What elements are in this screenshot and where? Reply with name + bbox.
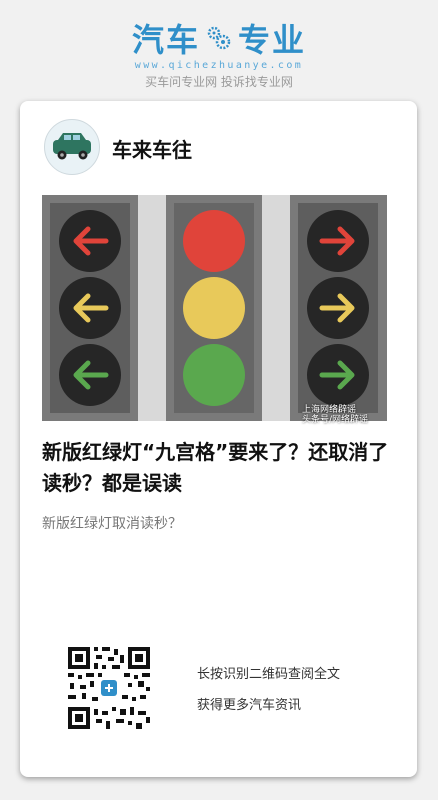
brand-name-right: 专业 <box>238 21 307 59</box>
article-image[interactable] <box>42 195 387 421</box>
article-summary: 新版红绿灯取消读秒？ <box>42 516 182 532</box>
brand-name-left: 汽车 <box>131 21 200 59</box>
qr-code[interactable] <box>68 647 150 729</box>
round-lights <box>183 210 245 406</box>
gear-icon <box>207 26 231 50</box>
watermark-line1: 上海网络辟谣 <box>302 405 357 415</box>
brand-slogan: 买车问专业网 投诉找专业网 <box>145 75 293 89</box>
brand-logo: 汽车 专业 <box>0 18 438 59</box>
share-card: 车来车往 上海网络辟谣 头条号/网络辟谣 新版红绿灯“九宫格”要来了？还取消了读… <box>20 101 417 777</box>
image-watermark: 上海网络辟谣 头条号/网络辟谣 <box>302 405 368 425</box>
traffic-lights-image <box>42 195 387 421</box>
right-arrow-lights <box>307 210 369 406</box>
brand-header: 汽车 专业 www.qichezhuanye.com 买车问专业网 投诉找专业网 <box>0 18 438 90</box>
qr-hint-line1: 长按识别二维码查阅全文 <box>197 667 341 682</box>
brand-url: www.qichezhuanye.com <box>134 60 304 71</box>
author-name[interactable]: 车来车往 <box>112 134 192 163</box>
qr-hint-line2: 获得更多汽车资讯 <box>197 698 302 713</box>
left-arrow-lights <box>59 210 121 406</box>
article-title[interactable]: 新版红绿灯“九宫格”要来了？还取消了读秒？都是误读 <box>42 437 402 499</box>
watermark-line2: 头条号/网络辟谣 <box>302 415 369 425</box>
car-icon <box>53 133 91 160</box>
avatar <box>44 119 100 175</box>
